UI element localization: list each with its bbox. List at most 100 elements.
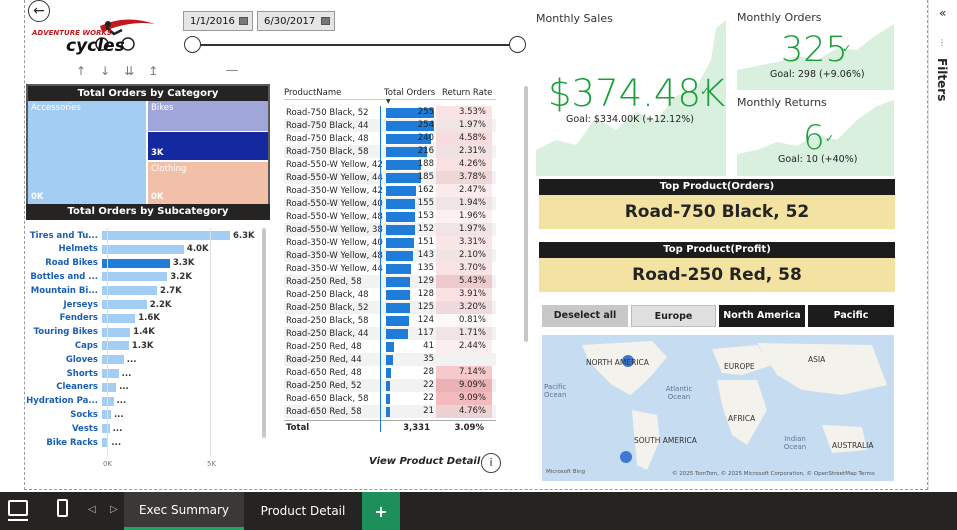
col-header-rate[interactable]: Return Rate [442, 88, 496, 99]
table-row[interactable]: Road-550-W Yellow, 42 188 4.26% [284, 158, 496, 171]
table-row[interactable]: Road-650 Red, 48 28 7.14% [284, 366, 496, 379]
sort-desc-icon[interactable]: ▼ [386, 98, 391, 105]
table-row[interactable]: Road-550-W Yellow, 40 155 1.94% [284, 197, 496, 210]
table-row[interactable]: Road-750 Black, 44 254 1.97% [284, 119, 496, 132]
end-date-input[interactable]: 6/30/2017 [257, 11, 335, 31]
expand-level-icon[interactable]: ↥ [148, 64, 158, 78]
bar[interactable] [102, 424, 110, 434]
col-header-product[interactable]: ProductName [284, 88, 384, 99]
subcategory-bar-row[interactable]: Road Bikes 3.3K [26, 258, 194, 269]
bar[interactable] [102, 286, 158, 296]
date-slider-start-handle[interactable] [184, 36, 201, 53]
tab-exec-summary[interactable]: Exec Summary [124, 492, 244, 530]
drill-up-icon[interactable]: ↑ [76, 64, 86, 78]
region-north-america-button[interactable]: North America [719, 305, 805, 327]
bar[interactable] [102, 244, 184, 254]
treemap-cell-clothing[interactable]: Clothing 0K [148, 162, 268, 204]
bar[interactable] [102, 272, 168, 282]
bar[interactable] [102, 355, 124, 365]
table-row[interactable]: Road-250 Black, 52 125 3.20% [284, 301, 496, 314]
product-name: Road-550-W Yellow, 40 [286, 198, 383, 209]
table-row[interactable]: Road-250 Red, 58 129 5.43% [284, 275, 496, 288]
product-name: Road-750 Black, 48 [286, 133, 369, 144]
filter-icon[interactable]: ⋮ [938, 38, 946, 47]
table-row[interactable]: Road-650 Black, 58 22 9.09% [284, 392, 496, 405]
bar[interactable] [102, 369, 119, 378]
filters-pane[interactable]: « ⋮ Filters [928, 0, 957, 490]
collapse-chevron-icon[interactable]: « [939, 6, 946, 20]
orders-cell: 188 [384, 159, 436, 170]
orders-cell: 153 [384, 211, 436, 222]
region-pacific-button[interactable]: Pacific [808, 305, 894, 327]
orders-databar [386, 394, 391, 404]
subcategory-bar-row[interactable]: Gloves... [26, 354, 137, 365]
table-row[interactable]: Road-350-W Yellow, 42 162 2.47% [284, 184, 496, 197]
info-icon[interactable]: i [481, 453, 501, 473]
table-row[interactable]: Road-750 Black, 52 255 3.53% [284, 106, 496, 119]
calendar-icon[interactable] [239, 17, 248, 25]
subcategory-bar-row[interactable]: Hydration Pa...... [26, 396, 126, 407]
subcategory-bar-row[interactable]: Fenders 1.6K [26, 313, 160, 324]
subcategory-bar-row[interactable]: Caps 1.3K [26, 340, 154, 351]
subcategory-bar-row[interactable]: Helmets 4.0K [26, 244, 208, 255]
table-row[interactable]: Road-250 Black, 48 128 3.91% [284, 288, 496, 301]
more-options-icon[interactable] [226, 70, 238, 71]
treemap-cell-bikes[interactable]: Bikes [148, 101, 268, 131]
table-row[interactable]: Road-750 Black, 58 216 2.31% [284, 145, 496, 158]
prev-page-icon[interactable]: ◁ [88, 504, 96, 515]
table-row[interactable]: Road-250 Red, 44 35 [284, 353, 496, 366]
next-page-icon[interactable]: ▷ [110, 504, 118, 515]
add-page-button[interactable]: + [362, 492, 400, 530]
table-row[interactable]: Road-750 Black, 48 240 4.58% [284, 132, 496, 145]
deselect-all-button[interactable]: Deselect all [542, 305, 628, 327]
subcategory-bar-row[interactable]: Touring Bikes 1.4K [26, 327, 155, 338]
subcategory-bar-row[interactable]: Jerseys 2.2K [26, 299, 171, 310]
subcategory-bar-row[interactable]: Bottles and ... 3.2K [26, 271, 192, 282]
logo-text-cycles: cycles [66, 36, 125, 56]
view-product-detail-button[interactable]: View Product Detail [369, 456, 480, 467]
calendar-icon[interactable] [321, 17, 330, 25]
table-row[interactable]: Road-250 Red, 52 22 9.09% [284, 379, 496, 392]
subcategory-bar-row[interactable]: Socks... [26, 409, 123, 420]
sales-map[interactable]: NORTH AMERICA EUROPE ASIA Atlantic Ocean… [542, 335, 894, 481]
treemap-cell-label: Accessories [31, 103, 81, 113]
table-row[interactable]: Road-350-W Yellow, 44 135 3.70% [284, 262, 496, 275]
table-scrollbar[interactable] [524, 86, 528, 342]
subcategory-bar-row[interactable]: Shorts... [26, 368, 132, 379]
table-row[interactable]: Road-350-W Yellow, 48 143 2.10% [284, 249, 496, 262]
start-date-input[interactable]: 1/1/2016 [183, 11, 253, 31]
table-row[interactable]: Road-250 Black, 58 124 0.81% [284, 314, 496, 327]
map-attribution[interactable]: © 2025 TomTom, © 2025 Microsoft Corporat… [672, 471, 875, 477]
date-slider-track[interactable] [192, 44, 518, 46]
table-row[interactable]: Road-350-W Yellow, 40 151 3.31% [284, 236, 496, 249]
tab-product-detail[interactable]: Product Detail [246, 492, 360, 530]
table-row[interactable]: Road-250 Black, 44 117 1.71% [284, 327, 496, 340]
bar[interactable] [102, 300, 147, 309]
table-row[interactable]: Road-550-W Yellow, 38 152 1.97% [284, 223, 496, 236]
treemap-cell-accessories[interactable]: Accessories 0K [28, 101, 146, 204]
drill-down-icon[interactable]: ↓ [100, 64, 110, 78]
subcategory-bar-row[interactable]: Mountain Bi... 2.7K [26, 285, 182, 296]
mobile-view-icon[interactable] [57, 499, 68, 517]
bar-label: Jerseys [63, 299, 98, 310]
table-row[interactable]: Road-550-W Yellow, 48 153 1.96% [284, 210, 496, 223]
region-europe-button[interactable]: Europe [631, 305, 716, 327]
desktop-view-icon[interactable] [8, 500, 28, 516]
subcategory-bar-row[interactable]: Cleaners... [26, 382, 129, 393]
orders-value: 28 [423, 367, 434, 377]
orders-value: 254 [417, 120, 434, 130]
col-header-orders[interactable]: Total Orders [384, 88, 442, 99]
table-row[interactable]: Road-250 Red, 48 41 2.44% [284, 340, 496, 353]
bar-value: ... [126, 354, 137, 365]
treemap-cell-bikes-selected[interactable]: 3K [148, 132, 268, 160]
bar[interactable] [102, 258, 170, 268]
bar[interactable] [102, 382, 117, 392]
product-name: Road-750 Black, 52 [286, 107, 369, 118]
table-row[interactable]: Road-550-W Yellow, 44 185 3.78% [284, 171, 496, 184]
subcategory-bar-row[interactable]: Tires and Tu... 6.3K [26, 230, 255, 241]
bar-value: ... [121, 368, 132, 379]
table-row[interactable]: Road-650 Red, 58 21 4.76% [284, 405, 496, 418]
chart-scrollbar[interactable] [262, 228, 266, 438]
expand-all-icon[interactable]: ⇊ [124, 64, 134, 78]
date-slider-end-handle[interactable] [509, 36, 526, 53]
